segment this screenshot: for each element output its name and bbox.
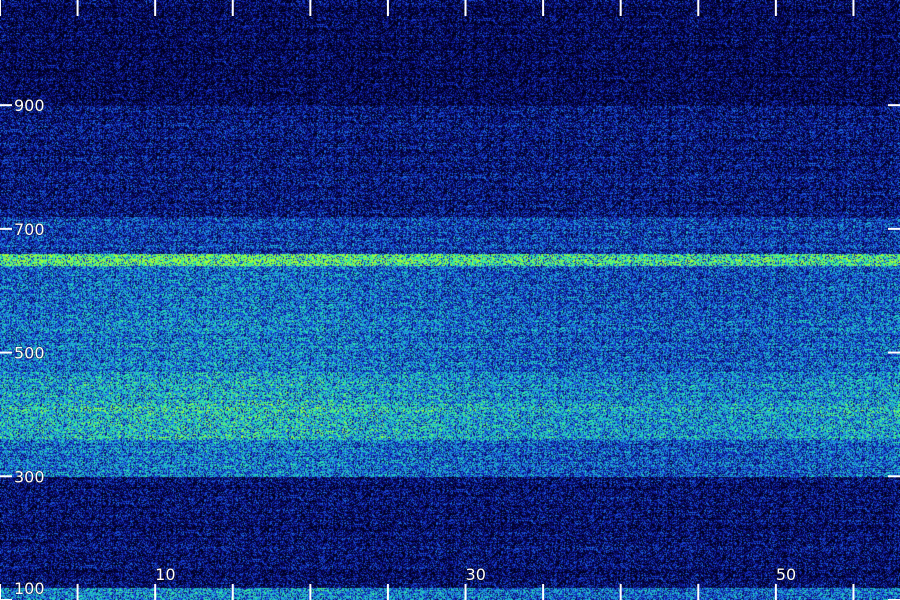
y-tick-label-700: 700 xyxy=(14,220,45,239)
axis-overlay: 10 30 50 100 300 500 700 900 xyxy=(0,0,900,600)
spectrogram-viewer: 10 30 50 100 300 500 700 900 xyxy=(0,0,900,600)
x-tick-label-50: 50 xyxy=(776,565,796,584)
y-tick-label-100: 100 xyxy=(14,579,45,598)
y-tick-label-900: 900 xyxy=(14,96,45,115)
x-tick-label-30: 30 xyxy=(466,565,486,584)
y-tick-label-500: 500 xyxy=(14,344,45,363)
y-tick-label-300: 300 xyxy=(14,467,45,486)
x-tick-label-10: 10 xyxy=(155,565,175,584)
